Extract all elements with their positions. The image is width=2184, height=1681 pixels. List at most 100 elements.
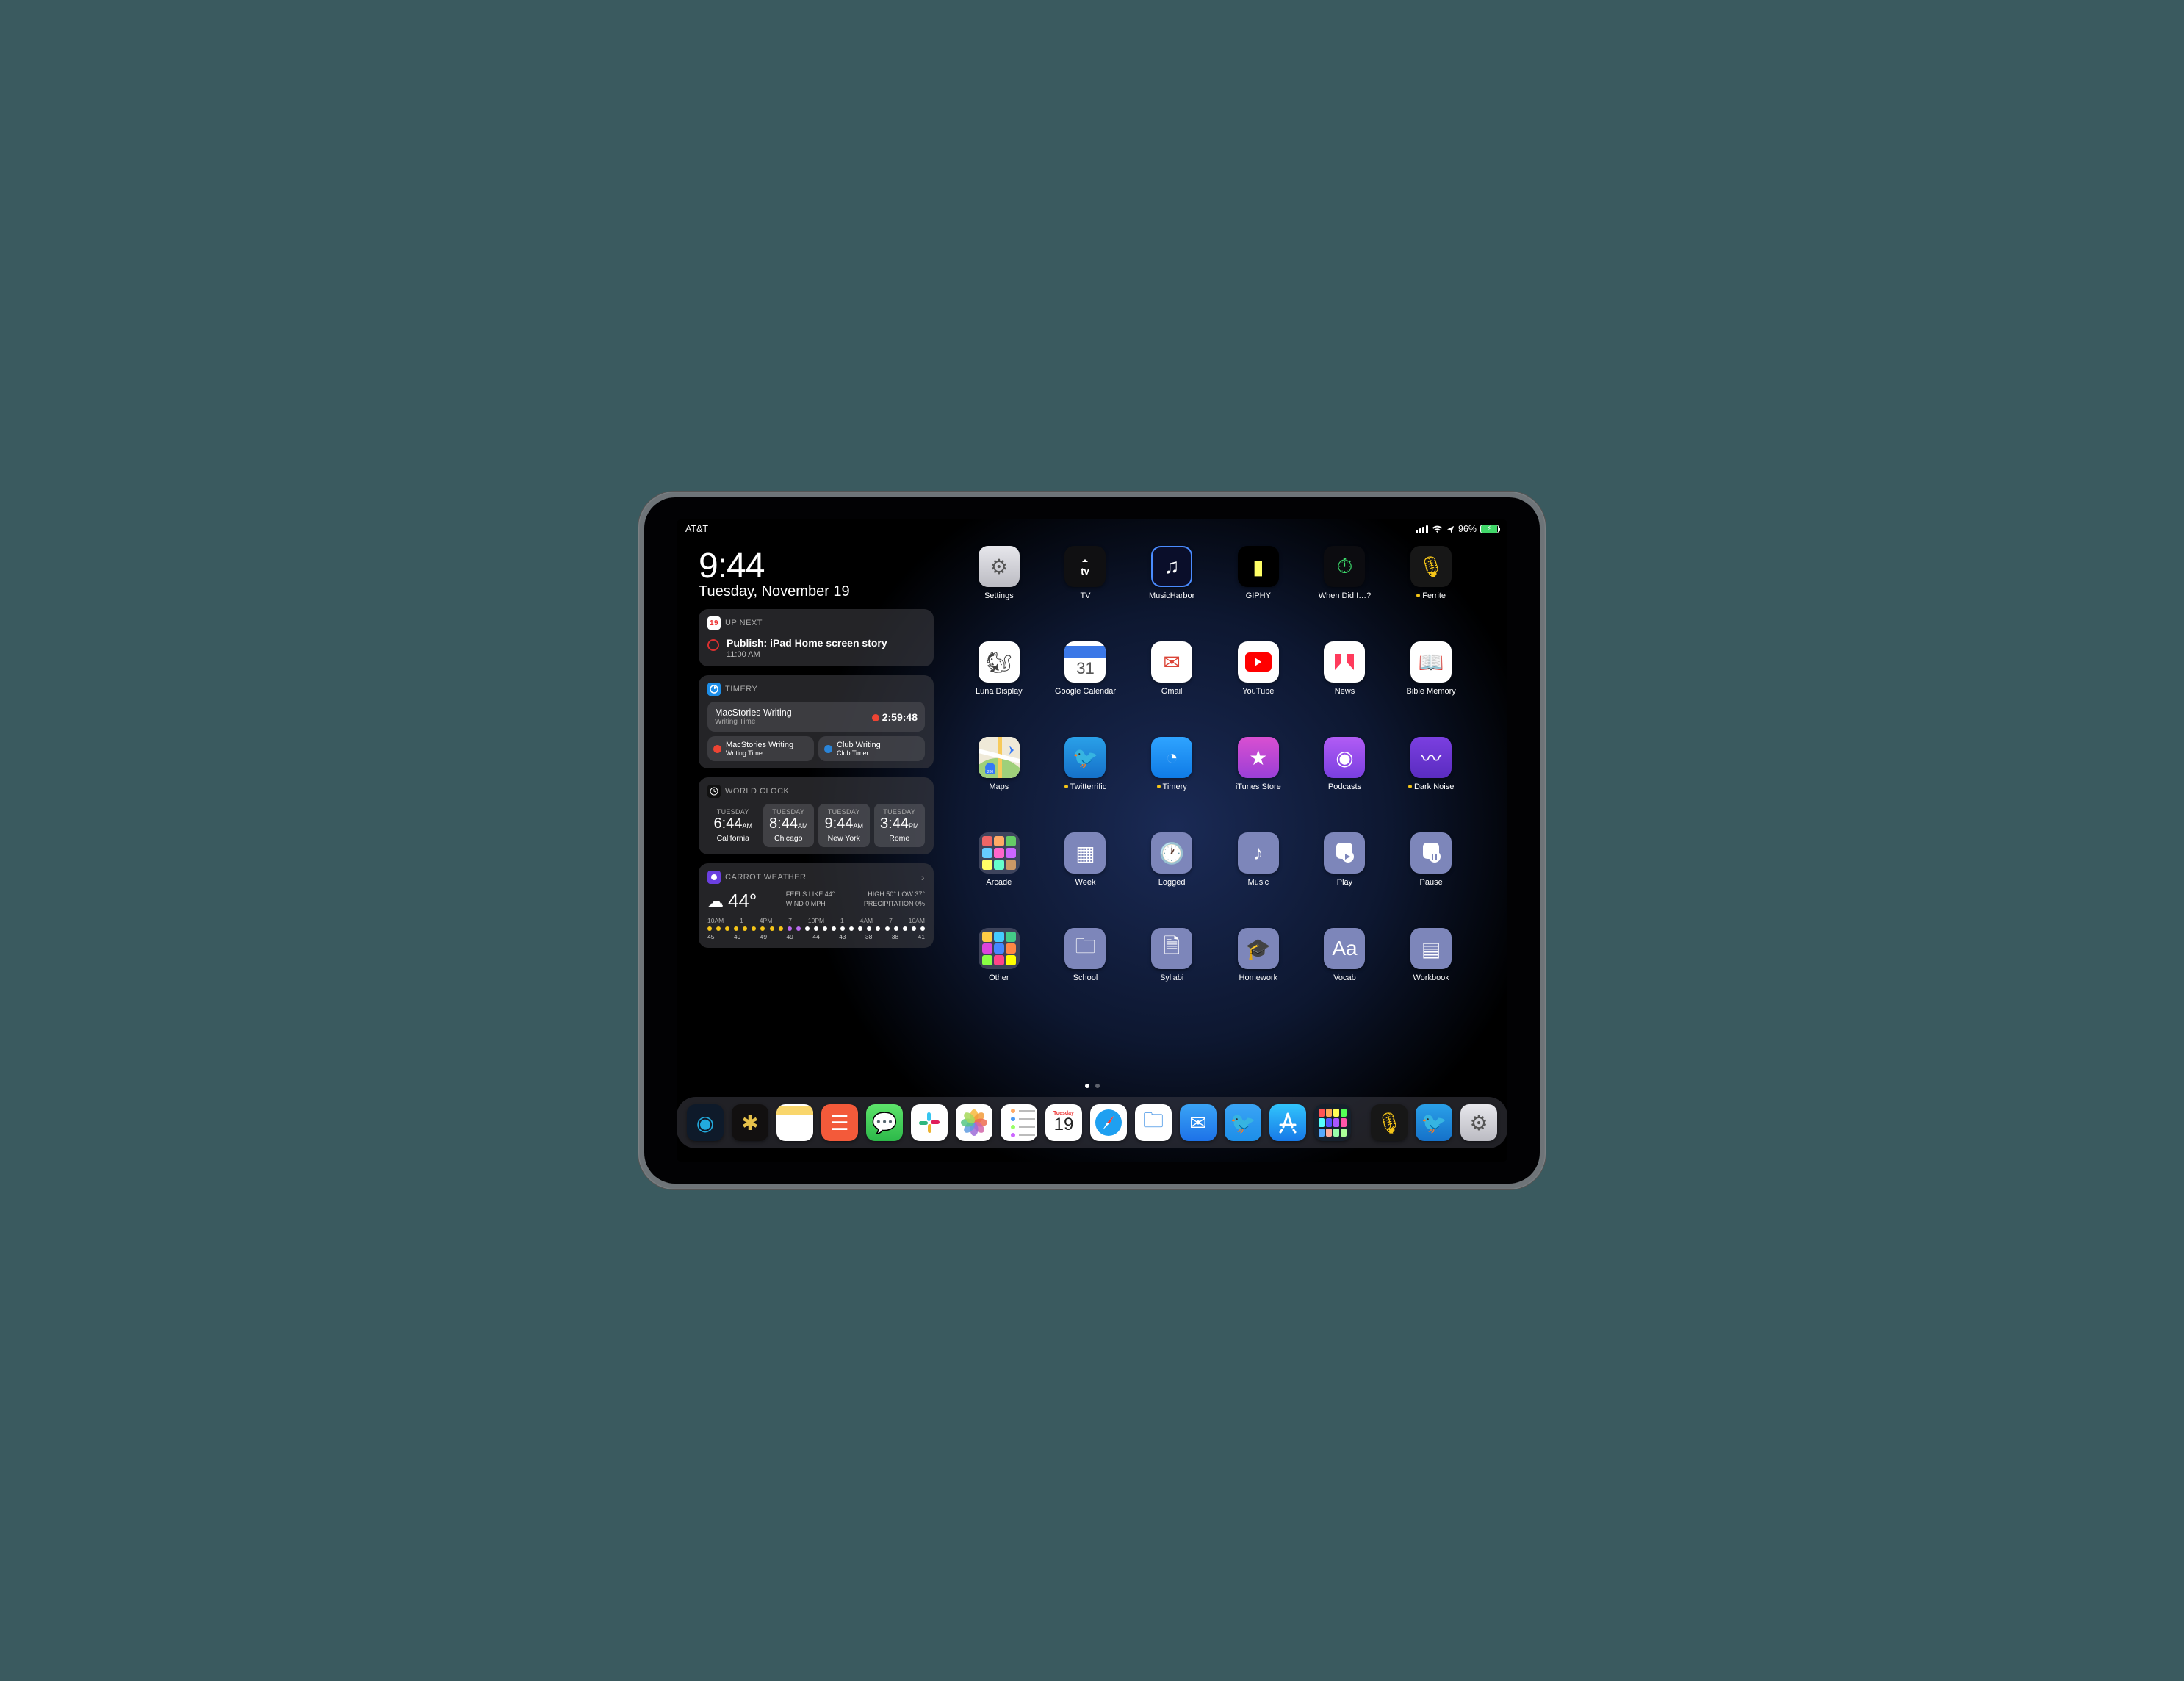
- app-week[interactable]: ▦Week: [1042, 832, 1129, 928]
- app-workbook[interactable]: ▤Workbook: [1388, 928, 1474, 1023]
- dock-app-mail[interactable]: ✉︎: [1180, 1104, 1217, 1141]
- precip: PRECIPITATION 0%: [864, 899, 925, 909]
- app-youtube[interactable]: YouTube: [1215, 641, 1302, 737]
- app-itunes-store[interactable]: ★iTunes Store: [1215, 737, 1302, 832]
- app-luna-display[interactable]: 🐿Luna Display: [956, 641, 1042, 737]
- app-gmail[interactable]: ✉︎Gmail: [1128, 641, 1215, 737]
- today-view[interactable]: 9:44 Tuesday, November 19 19 UP NEXT Pub…: [699, 546, 934, 1093]
- app-play[interactable]: Play: [1302, 832, 1388, 928]
- app-label: Homework: [1239, 973, 1278, 982]
- app-label: News: [1335, 687, 1355, 696]
- app-tv[interactable]: tvTV: [1042, 546, 1129, 641]
- app-label: Music: [1247, 878, 1269, 887]
- app-label: Play: [1337, 878, 1352, 887]
- dock-app-notes[interactable]: [776, 1104, 813, 1141]
- update-dot-icon: [1157, 785, 1161, 788]
- widget-timery[interactable]: TIMERY MacStories Writing Writing Time 2…: [699, 675, 934, 768]
- weather-dot-icon: [743, 926, 747, 931]
- app-giphy[interactable]: ▮GIPHY: [1215, 546, 1302, 641]
- dock-app-twitter[interactable]: 🐦: [1225, 1104, 1261, 1141]
- page-indicator[interactable]: [677, 1084, 1507, 1088]
- When Did I…?-icon: ⏱: [1324, 546, 1365, 587]
- app-label: Other: [989, 973, 1009, 982]
- widget-weather[interactable]: CARROT WEATHER › ☁︎ 44° FEELS LIKE 44°: [699, 863, 934, 948]
- app-settings[interactable]: ⚙︎Settings: [956, 546, 1042, 641]
- app-pause[interactable]: Pause: [1388, 832, 1474, 928]
- world-clock-city[interactable]: TUESDAY 6:44AM California: [707, 804, 759, 847]
- app-arcade[interactable]: Arcade: [956, 832, 1042, 928]
- app-dark-noise[interactable]: 〰Dark Noise: [1388, 737, 1474, 832]
- dock-app-files[interactable]: 🗀: [1135, 1104, 1172, 1141]
- app-school[interactable]: 🗀School: [1042, 928, 1129, 1023]
- dock-app-appstore[interactable]: [1269, 1104, 1306, 1141]
- app-bible-memory[interactable]: 📖Bible Memory: [1388, 641, 1474, 737]
- app-timery[interactable]: ◔Timery: [1128, 737, 1215, 832]
- world-clock-city[interactable]: TUESDAY 9:44AM New York: [818, 804, 870, 847]
- timer-shortcut[interactable]: MacStories Writing Writing Time: [707, 736, 814, 761]
- app-grid-container: ⚙︎SettingstvTV♫MusicHarbor▮GIPHY⏱When Di…: [956, 546, 1474, 1093]
- app-google-calendar[interactable]: 31Google Calendar: [1042, 641, 1129, 737]
- dock-recent-ferrite[interactable]: 🎙: [1371, 1104, 1408, 1141]
- dock-app-photos[interactable]: [956, 1104, 992, 1141]
- dock-app-slack[interactable]: [911, 1104, 948, 1141]
- app-label: TV: [1080, 591, 1090, 600]
- weather-dot-icon: [840, 926, 845, 931]
- color-dot-icon: [824, 745, 832, 753]
- app-other[interactable]: Other: [956, 928, 1042, 1023]
- weather-dot-icon: [894, 926, 898, 931]
- page-dot-1[interactable]: [1085, 1084, 1089, 1088]
- home-screen[interactable]: AT&T 96% ⚡︎ 9:44 Tuesday, November 19: [677, 519, 1507, 1162]
- app-ferrite[interactable]: 🎙Ferrite: [1388, 546, 1474, 641]
- clock-time: 9:44: [699, 546, 934, 586]
- dock[interactable]: ◉✱☰💬Tuesday19🗀✉︎🐦🎙🐦⚙︎: [677, 1097, 1507, 1148]
- timer-shortcut[interactable]: Club Writing Club Timer: [818, 736, 925, 761]
- dock-app-reminders[interactable]: [1001, 1104, 1037, 1141]
- app-logged[interactable]: 🕐Logged: [1128, 832, 1215, 928]
- world-clock-city[interactable]: TUESDAY 8:44AM Chicago: [763, 804, 815, 847]
- timer-project: Writing Time: [715, 718, 792, 726]
- slack-icon: [911, 1104, 948, 1141]
- dock-app-agenda[interactable]: ☰: [821, 1104, 858, 1141]
- app-label: Timery: [1157, 782, 1187, 791]
- dock-app-messages[interactable]: 💬: [866, 1104, 903, 1141]
- dock-recent-settings[interactable]: ⚙︎: [1460, 1104, 1497, 1141]
- app-label: Luna Display: [976, 687, 1023, 696]
- running-timer[interactable]: MacStories Writing Writing Time 2:59:48: [707, 702, 925, 732]
- dock-app-calendar[interactable]: Tuesday19: [1045, 1104, 1082, 1141]
- world-clock-city[interactable]: TUESDAY 3:44PM Rome: [874, 804, 926, 847]
- weather-dot-icon: [779, 926, 783, 931]
- status-bar: AT&T 96% ⚡︎: [677, 519, 1507, 539]
- dock-app-drafts[interactable]: ✱: [732, 1104, 768, 1141]
- wind: WIND 0 MPH: [786, 899, 835, 909]
- dock-app-touchid[interactable]: ◉: [687, 1104, 724, 1141]
- app-syllabi[interactable]: 🗎Syllabi: [1128, 928, 1215, 1023]
- chevron-right-icon[interactable]: ›: [921, 871, 925, 883]
- widget-world-clock[interactable]: WORLD CLOCK TUESDAY 6:44AM CaliforniaTUE…: [699, 777, 934, 854]
- dock-recent-twitterrific[interactable]: 🐦: [1416, 1104, 1452, 1141]
- Pause-icon: [1410, 832, 1452, 874]
- app-homework[interactable]: 🎓Homework: [1215, 928, 1302, 1023]
- timery-icon: [707, 683, 721, 696]
- app-podcasts[interactable]: ◉Podcasts: [1302, 737, 1388, 832]
- app-maps[interactable]: 280Maps: [956, 737, 1042, 832]
- widget-up-next[interactable]: 19 UP NEXT Publish: iPad Home screen sto…: [699, 609, 934, 666]
- app-twitterrific[interactable]: 🐦Twitterrific: [1042, 737, 1129, 832]
- Play-icon: [1324, 832, 1365, 874]
- shortcuts-icon: [1314, 1104, 1351, 1141]
- Dark Noise-icon: 〰: [1410, 737, 1452, 778]
- app-musicharbor[interactable]: ♫MusicHarbor: [1128, 546, 1215, 641]
- Maps-icon: 280: [979, 737, 1020, 778]
- app-label: Bible Memory: [1407, 687, 1456, 696]
- Syllabi-icon: 🗎: [1151, 928, 1192, 969]
- timer-name: MacStories Writing: [726, 741, 793, 749]
- dock-app-shortcuts[interactable]: [1314, 1104, 1351, 1141]
- mail-icon: ✉︎: [1180, 1104, 1217, 1141]
- iTunes Store-icon: ★: [1238, 737, 1279, 778]
- app-vocab[interactable]: AaVocab: [1302, 928, 1388, 1023]
- app-news[interactable]: News: [1302, 641, 1388, 737]
- page-dot-2[interactable]: [1095, 1084, 1100, 1088]
- app-music[interactable]: ♪Music: [1215, 832, 1302, 928]
- dock-app-safari[interactable]: [1090, 1104, 1127, 1141]
- app-when-did-i-[interactable]: ⏱When Did I…?: [1302, 546, 1388, 641]
- weather-hour-dots: [707, 926, 925, 931]
